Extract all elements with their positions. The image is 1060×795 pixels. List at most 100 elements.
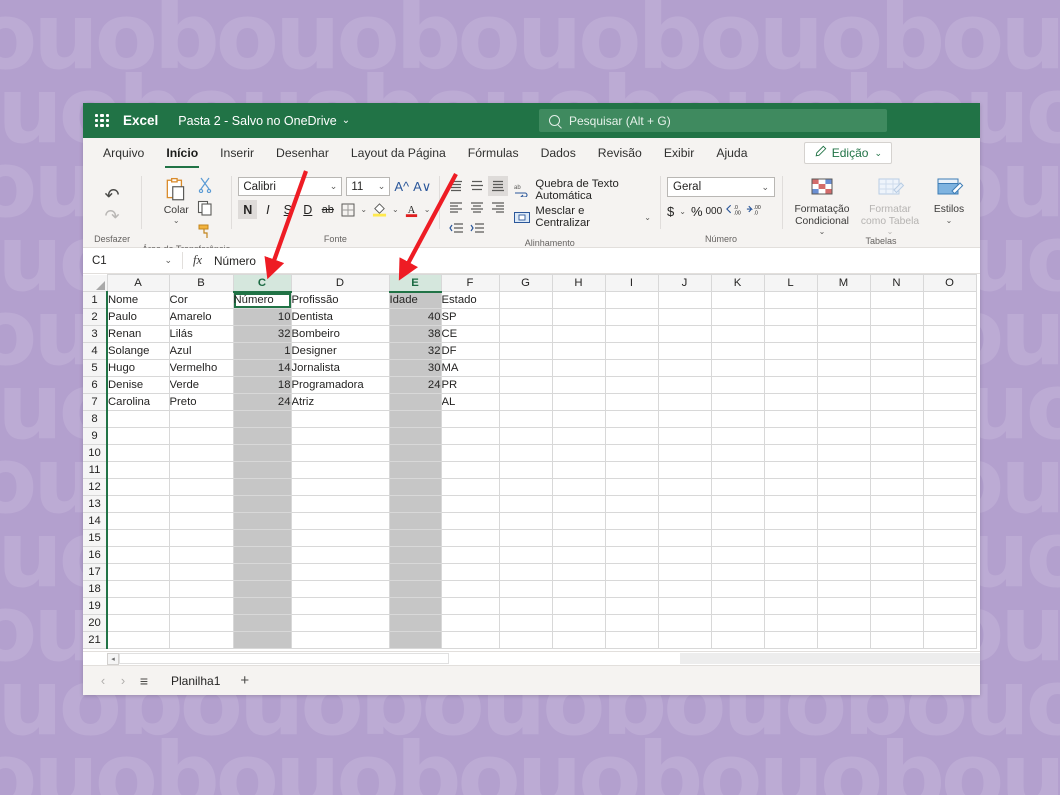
align-middle-button[interactable] <box>467 176 487 196</box>
column-header-H[interactable]: H <box>552 274 606 292</box>
table-row[interactable]: 5 Hugo Vermelho 14 Jornalista 30 MA <box>83 359 977 377</box>
cell-E12[interactable] <box>389 478 442 496</box>
cell-K16[interactable] <box>711 546 765 564</box>
cell-A17[interactable] <box>106 563 170 581</box>
row-header-19[interactable]: 19 <box>83 597 108 615</box>
table-row[interactable]: 11 <box>83 461 977 479</box>
cell-C7[interactable]: 24 <box>233 393 292 411</box>
row-header-17[interactable]: 17 <box>83 563 108 581</box>
cell-E21[interactable] <box>389 631 442 649</box>
cell-N13[interactable] <box>870 495 924 513</box>
cell-G3[interactable] <box>499 325 553 343</box>
cell-E5[interactable]: 30 <box>389 359 442 377</box>
column-header-K[interactable]: K <box>711 274 765 292</box>
double-underline-button[interactable]: D <box>298 200 317 219</box>
currency-chevron-down-icon[interactable]: ⌄ <box>677 207 688 216</box>
cell-F8[interactable] <box>441 410 500 428</box>
cell-K13[interactable] <box>711 495 765 513</box>
cell-B4[interactable]: Azul <box>169 342 234 360</box>
cell-I19[interactable] <box>605 597 659 615</box>
cell-B3[interactable]: Lilás <box>169 325 234 343</box>
column-header-F[interactable]: F <box>441 274 500 292</box>
column-header-E[interactable]: E <box>389 274 442 293</box>
edicao-button[interactable]: Edição ⌄ <box>803 142 892 164</box>
cell-B7[interactable]: Preto <box>169 393 234 411</box>
cell-E16[interactable] <box>389 546 442 564</box>
cell-I3[interactable] <box>605 325 659 343</box>
cell-N1[interactable] <box>870 291 924 309</box>
borders-button[interactable] <box>338 200 357 219</box>
cell-D13[interactable] <box>291 495 390 513</box>
cell-C19[interactable] <box>233 597 292 615</box>
row-header-13[interactable]: 13 <box>83 495 108 513</box>
align-center-button[interactable] <box>467 197 487 217</box>
horizontal-scrollbar[interactable]: ◂ <box>83 651 980 665</box>
cell-I1[interactable] <box>605 291 659 309</box>
font-name-select[interactable]: Calibri ⌄ <box>238 177 343 196</box>
cell-F2[interactable]: SP <box>441 308 500 326</box>
formula-input[interactable]: Número <box>208 254 256 268</box>
increase-decimal-icon[interactable]: .0.00 <box>725 203 742 219</box>
cell-O11[interactable] <box>923 461 977 479</box>
cell-M18[interactable] <box>817 580 871 598</box>
tab-inserir[interactable]: Inserir <box>210 143 264 163</box>
cell-K7[interactable] <box>711 393 765 411</box>
cell-I11[interactable] <box>605 461 659 479</box>
cell-G7[interactable] <box>499 393 553 411</box>
row-header-3[interactable]: 3 <box>83 325 108 343</box>
cell-D15[interactable] <box>291 529 390 547</box>
cell-D4[interactable]: Designer <box>291 342 390 360</box>
row-header-14[interactable]: 14 <box>83 512 108 530</box>
cell-J10[interactable] <box>658 444 712 462</box>
cell-E18[interactable] <box>389 580 442 598</box>
cell-styles-button[interactable]: Estilos ⌄ <box>925 176 973 225</box>
cell-H17[interactable] <box>552 563 606 581</box>
cell-E1[interactable]: Idade <box>389 291 442 309</box>
cell-F21[interactable] <box>441 631 500 649</box>
cell-M6[interactable] <box>817 376 871 394</box>
cell-F7[interactable]: AL <box>441 393 500 411</box>
percent-format-button[interactable]: % <box>691 204 703 219</box>
comma-format-button[interactable]: 000 <box>706 206 723 217</box>
cell-O3[interactable] <box>923 325 977 343</box>
cell-L15[interactable] <box>764 529 818 547</box>
cell-A14[interactable] <box>106 512 170 530</box>
cell-E4[interactable]: 32 <box>389 342 442 360</box>
cell-M14[interactable] <box>817 512 871 530</box>
spreadsheet-grid[interactable]: A B C D E F G H I J K L M N O 1NomeCor <box>83 274 980 651</box>
cell-A20[interactable] <box>106 614 170 632</box>
cell-K17[interactable] <box>711 563 765 581</box>
cell-I15[interactable] <box>605 529 659 547</box>
document-name-label[interactable]: Pasta 2 - Salvo no OneDrive <box>178 114 336 128</box>
cell-G2[interactable] <box>499 308 553 326</box>
row-header-7[interactable]: 7 <box>83 393 108 411</box>
italic-button[interactable]: I <box>258 200 277 219</box>
cell-I14[interactable] <box>605 512 659 530</box>
cell-E14[interactable] <box>389 512 442 530</box>
column-header-A[interactable]: A <box>107 274 170 292</box>
next-sheet-button[interactable]: › <box>113 673 133 688</box>
cell-I12[interactable] <box>605 478 659 496</box>
cell-D2[interactable]: Dentista <box>291 308 390 326</box>
paste-button[interactable]: Colar ⌄ <box>159 175 193 227</box>
cell-J20[interactable] <box>658 614 712 632</box>
cell-O14[interactable] <box>923 512 977 530</box>
cell-K6[interactable] <box>711 376 765 394</box>
cell-F12[interactable] <box>441 478 500 496</box>
cell-D9[interactable] <box>291 427 390 445</box>
column-header-L[interactable]: L <box>764 274 818 292</box>
conditional-formatting-button[interactable]: Formatação Condicional ⌄ <box>789 176 855 236</box>
cell-H5[interactable] <box>552 359 606 377</box>
cell-H3[interactable] <box>552 325 606 343</box>
cell-L16[interactable] <box>764 546 818 564</box>
cell-L7[interactable] <box>764 393 818 411</box>
hscroll-track[interactable] <box>119 653 680 664</box>
cell-K14[interactable] <box>711 512 765 530</box>
cell-G6[interactable] <box>499 376 553 394</box>
row-header-4[interactable]: 4 <box>83 342 108 360</box>
strikethrough-button[interactable]: ab <box>318 200 337 219</box>
cell-O13[interactable] <box>923 495 977 513</box>
cell-H8[interactable] <box>552 410 606 428</box>
cell-F20[interactable] <box>441 614 500 632</box>
row-header-15[interactable]: 15 <box>83 529 108 547</box>
